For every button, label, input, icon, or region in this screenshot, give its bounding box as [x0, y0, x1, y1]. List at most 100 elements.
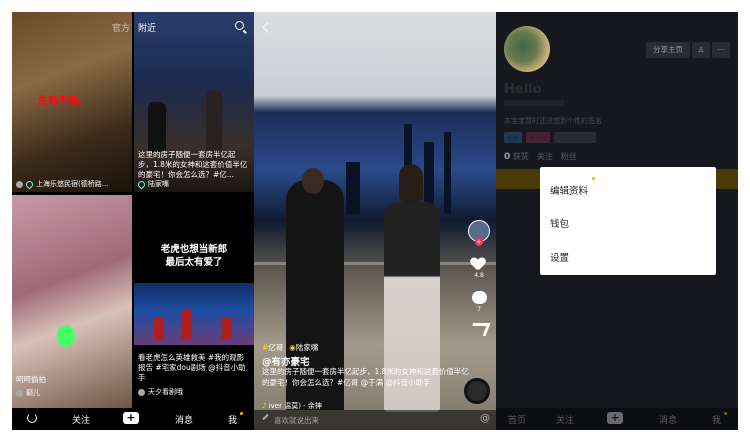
comment-icon[interactable]	[471, 291, 487, 304]
notification-dot	[240, 412, 243, 415]
bottom-nav: 关注 + 消息 我	[12, 408, 254, 430]
profile-tag[interactable]: 年龄	[504, 132, 523, 143]
card-user: 巅儿	[16, 388, 40, 398]
profile-name: Hello	[504, 82, 542, 97]
back-icon[interactable]	[262, 22, 273, 33]
card-caption: 呵呵偷拍	[16, 375, 46, 384]
tab-nearby[interactable]: 附近	[138, 21, 156, 34]
user-avatar	[16, 180, 23, 188]
card-artwork	[134, 283, 254, 345]
video-actions: + 4.8 7	[468, 220, 490, 336]
stat-fans[interactable]: 粉丝	[561, 151, 577, 162]
more-button[interactable]: ⋯	[712, 42, 730, 58]
tag-topic[interactable]: #亿哥	[262, 342, 283, 353]
notification-dot	[592, 177, 595, 180]
comment-input[interactable]: 喜欢就说出来	[274, 415, 319, 426]
feed-card[interactable]: 呵呵偷拍 巅儿	[12, 195, 132, 408]
user-avatar	[138, 388, 145, 396]
notification-dot	[724, 412, 727, 415]
video-player[interactable]: + 4.8 7 #亿哥 ◉陆家嘴 @有亦豪宅 这里的房子随便一套房半亿起步，1.…	[254, 12, 496, 430]
refresh-icon[interactable]	[27, 413, 37, 423]
location-pin-icon	[24, 179, 35, 189]
comment-count: 7	[477, 306, 481, 313]
profile-tags: 年龄 在上海 添加学校信息	[504, 132, 597, 143]
location-pin-icon	[136, 179, 147, 189]
figure-man-head	[302, 168, 324, 194]
profile-stats: 0 获赞 关注 粉丝	[504, 151, 577, 162]
create-button[interactable]: +	[607, 412, 623, 424]
feed-card[interactable]: 老虎也想当新郎 最后太有爱了 看老虎怎么英雄救美 #我的观影报告 #宅家dou剧…	[134, 195, 254, 408]
nearby-feed-grid: 官方 附近 生蚝不错。 上海乐悠民宿(德桥路... 这里的房子随便一套房半亿起步…	[12, 12, 254, 430]
bottom-nav: 首页 关注 + 消息 我	[496, 408, 738, 430]
skyline-tower	[346, 162, 360, 214]
profile-avatar[interactable]	[504, 26, 550, 72]
card-title: 老虎也想当新郎 最后太有爱了	[134, 243, 254, 269]
music-label: iver 温莫) - 余神	[268, 402, 322, 410]
stat-value: 0	[504, 152, 511, 162]
feed-card[interactable]: 生蚝不错。 上海乐悠民宿(德桥路...	[12, 12, 132, 192]
feed-top-tabs: 官方 附近	[12, 12, 254, 34]
tag-label: 陆家嘴	[295, 343, 319, 352]
feed-card[interactable]: 这里的房子随便一套房半亿起步，1.8米的女神和这套价值半亿的豪宅！你会怎么选？#…	[134, 12, 254, 192]
like-icon[interactable]	[471, 258, 485, 270]
follow-plus-icon[interactable]: +	[475, 238, 483, 246]
share-icon[interactable]	[468, 323, 490, 336]
card-location: 上海乐悠民宿(德桥路...	[16, 179, 108, 189]
app-frame: 官方 附近 生蚝不错。 上海乐悠民宿(德桥路... 这里的房子随便一套房半亿起步…	[12, 12, 738, 430]
profile-menu: 编辑资料 钱包 设置	[540, 167, 716, 275]
profile-tag[interactable]: 在上海	[526, 132, 551, 143]
like-count: 4.8	[474, 272, 484, 279]
card-caption: 这里的房子随便一套房半亿起步，1.8米的女神和这套价值半亿的豪宅！你会怎么选？#…	[138, 150, 248, 179]
nav-me[interactable]: 我	[712, 413, 721, 426]
video-description: 这里的房子随便一套房半亿起步，1.8米的女神和这套价值半亿的豪宅！你会怎么选？#…	[262, 367, 469, 387]
profile-signature: 本宝宝暂时还没想到个性的签名	[504, 117, 602, 125]
user-label: 巅儿	[26, 389, 40, 397]
profile-id	[504, 100, 564, 106]
figure-woman-head	[399, 164, 423, 202]
user-avatar	[16, 389, 23, 397]
tag-label: 亿哥	[268, 343, 284, 352]
profile-tag[interactable]: 添加学校信息	[554, 132, 597, 143]
stat-following[interactable]: 关注	[537, 151, 553, 162]
video-tags: #亿哥 ◉陆家嘴	[262, 342, 318, 353]
figure	[154, 317, 164, 339]
tab-official[interactable]: 官方	[112, 21, 130, 34]
user-label: 天夕看剧哦	[148, 388, 183, 396]
card-user: 天夕看剧哦	[138, 387, 183, 397]
card-title-line: 老虎也想当新郎	[160, 244, 228, 255]
comment-bar[interactable]: 喜欢就说出来 @	[254, 410, 496, 430]
create-button[interactable]: +	[123, 412, 139, 424]
author-avatar[interactable]: +	[468, 220, 490, 246]
nav-follow[interactable]: 关注	[556, 413, 574, 426]
music-disc-icon[interactable]	[464, 378, 490, 404]
menu-item-edit-profile[interactable]: 编辑资料	[550, 183, 588, 197]
tag-location[interactable]: ◉陆家嘴	[289, 342, 318, 353]
nav-messages[interactable]: 消息	[659, 413, 677, 426]
nav-messages[interactable]: 消息	[175, 413, 193, 426]
add-friend-button[interactable]: ♙	[692, 42, 710, 58]
card-location: 陆家嘴	[136, 179, 169, 189]
stat-label: 获赞	[512, 152, 529, 161]
figure	[222, 317, 232, 339]
nav-home[interactable]: 首页	[508, 413, 526, 426]
menu-item-wallet[interactable]: 钱包	[550, 216, 569, 230]
figure	[182, 309, 192, 339]
card-title-line: 最后太有爱了	[165, 257, 223, 268]
green-object	[57, 325, 75, 347]
music-note-icon: ♪	[262, 402, 267, 410]
card-overlay-text: 生蚝不错。	[38, 96, 88, 107]
menu-item-settings[interactable]: 设置	[550, 250, 569, 264]
location-label: 陆家嘴	[148, 180, 169, 188]
profile-page: 分享主页 ♙ ⋯ Hello 本宝宝暂时还没想到个性的签名 年龄 在上海 添加学…	[496, 12, 738, 430]
mention-icon[interactable]: @	[480, 413, 490, 424]
location-label: 上海乐悠民宿(德桥路...	[36, 180, 109, 188]
share-profile-button[interactable]: 分享主页	[646, 42, 690, 58]
stat-likes: 0 获赞	[504, 151, 529, 162]
search-icon[interactable]	[235, 21, 244, 30]
nav-me[interactable]: 我	[228, 413, 237, 426]
figure-man	[148, 102, 166, 152]
nav-follow[interactable]: 关注	[72, 413, 90, 426]
card-caption: 看老虎怎么英雄救美 #我的观影报告 #宅家dou剧场 @抖音小助手	[138, 353, 246, 382]
skyline-tower	[444, 132, 451, 214]
pen-icon	[262, 413, 269, 421]
